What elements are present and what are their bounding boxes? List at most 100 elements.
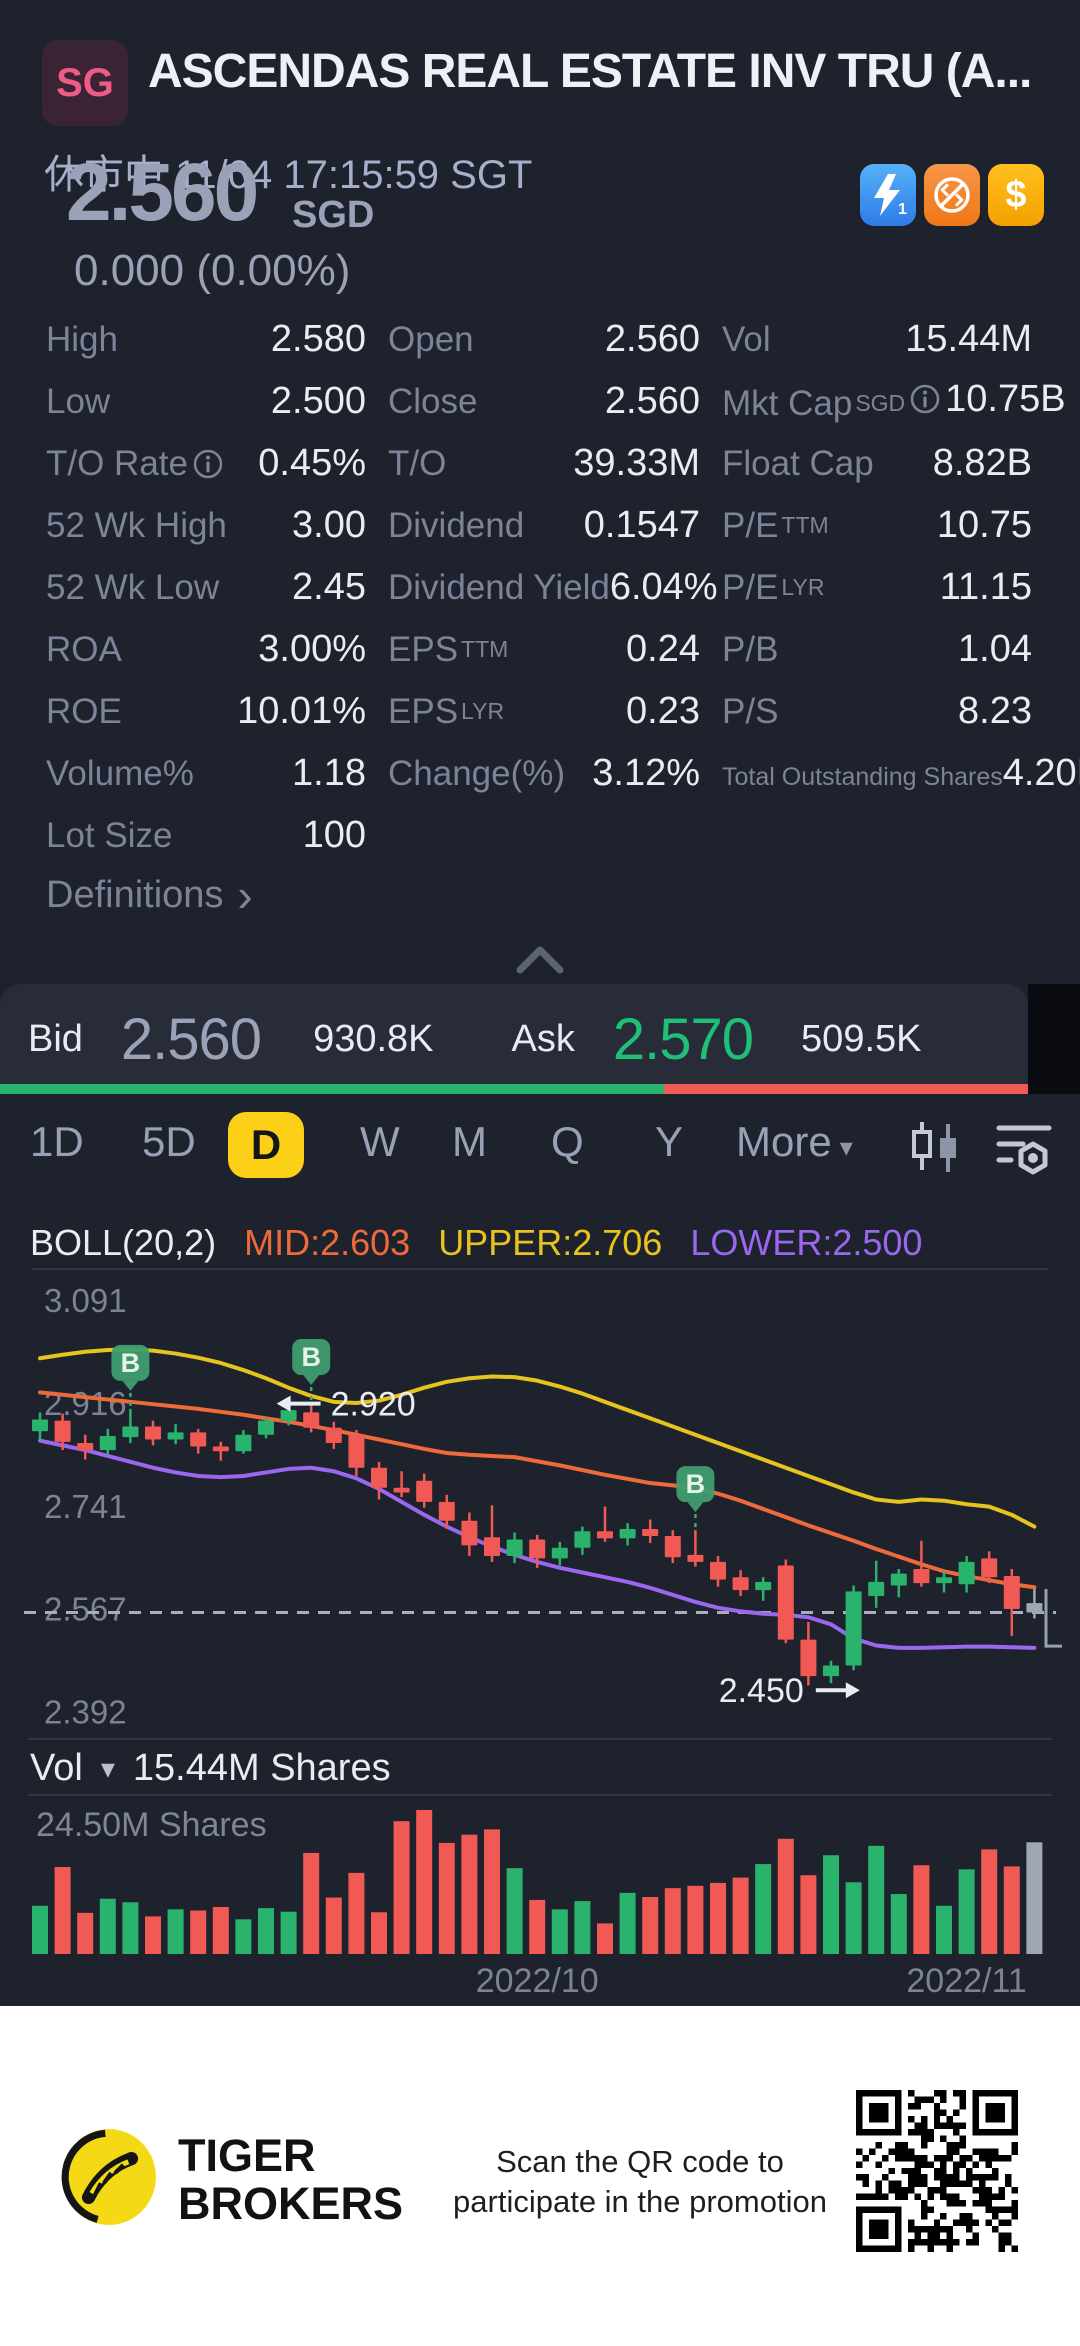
candle-body (733, 1577, 749, 1590)
dollar-icon[interactable]: $ (988, 164, 1044, 226)
stat-label: ROA (46, 630, 122, 670)
divider (28, 1794, 1052, 1796)
stat-label-text: EPS (388, 692, 458, 732)
stat-cell: ROE10.01% (46, 690, 366, 733)
volume-bar (778, 1839, 794, 1954)
candle-body (529, 1540, 545, 1559)
stat-value: 0.23 (626, 690, 700, 733)
stats-row: High2.580Open2.560Vol15.44M (0, 308, 1080, 370)
stat-label-superscript: LYR (461, 698, 504, 725)
volume-bar (484, 1829, 500, 1954)
candle-body (168, 1432, 184, 1439)
indicator-settings-button[interactable] (995, 1118, 1053, 1181)
stat-label: 52 Wk Low (46, 568, 219, 608)
volume-bar (642, 1897, 658, 1954)
stat-label: P/B (722, 630, 778, 670)
currency-label: SGD (292, 194, 374, 237)
candle-body (755, 1582, 771, 1590)
candle-body (913, 1569, 929, 1583)
volume-bar (710, 1883, 726, 1954)
bid-ask-panel[interactable]: Bid 2.560 930.8K Ask 2.570 509.5K (0, 984, 1028, 1094)
indicator-readout[interactable]: BOLL(20,2) MID:2.603 UPPER:2.706 LOWER:2… (30, 1222, 922, 1264)
no-shortsell-icon[interactable] (924, 164, 980, 226)
stat-label-text: Change(%) (388, 754, 565, 794)
candlestick-style-button[interactable] (906, 1118, 964, 1181)
stat-value-text: 0.1547 (584, 504, 700, 547)
stat-value: 10.75 (937, 504, 1032, 547)
stock-title: ASCENDAS REAL ESTATE INV TRU (A... (148, 44, 1031, 99)
candle-body (348, 1435, 364, 1468)
volume-bar (800, 1875, 816, 1954)
candle-body (891, 1574, 907, 1586)
dollar-glyph: $ (1005, 174, 1026, 217)
tab-period-1d[interactable]: 1D (30, 1100, 84, 1184)
stat-label: High (46, 320, 118, 360)
stats-row: 52 Wk High3.00Dividend0.1547P/ETTM10.75 (0, 494, 1080, 556)
candle-body (122, 1427, 138, 1438)
volume-indicator-selector[interactable]: Vol ▾ 15.44M Shares (30, 1742, 391, 1794)
stat-value-text: 15.44M (905, 318, 1032, 361)
candle-body (371, 1468, 387, 1488)
stat-cell: T/O Rate0.45% (46, 442, 366, 485)
stats-row: Low2.500 Close 2.560 Mkt CapSGD10.75B (0, 370, 1080, 432)
stat-value-text: 0.45% (258, 442, 366, 485)
stats-row: ROA3.00%EPSTTM0.24P/B1.04 (0, 618, 1080, 680)
stat-value: 2.560 (605, 380, 700, 423)
volume-bar (552, 1909, 568, 1954)
definitions-link[interactable]: Definitions › (46, 872, 253, 918)
boll-band-line (40, 1349, 1034, 1526)
qr-code (856, 2090, 1018, 2252)
tab-period-d[interactable]: D (228, 1112, 304, 1178)
stat-label-text: Close (388, 382, 477, 422)
bid-ask-ratio-bar (0, 1084, 1028, 1094)
candle-body (461, 1521, 477, 1546)
stat-value-text: 8.23 (958, 690, 1032, 733)
stat-cell: Open2.560 (388, 318, 700, 361)
candle-body (574, 1531, 590, 1547)
stat-label: ROE (46, 692, 122, 732)
tab-period-y[interactable]: Y (655, 1100, 683, 1184)
info-icon[interactable] (909, 383, 941, 415)
stat-value: 0.45% (258, 442, 366, 485)
stat-value: 11.15 (940, 566, 1032, 609)
candle-body (823, 1666, 839, 1677)
stat-cell: 52 Wk High3.00 (46, 504, 366, 547)
bid-volume: 930.8K (313, 1018, 433, 1061)
stat-label: Low (46, 382, 110, 422)
stat-cell: Close 2.560 (388, 380, 700, 423)
tab-period-5d[interactable]: 5D (142, 1100, 196, 1184)
tab-period-w[interactable]: W (360, 1100, 400, 1184)
volume-bar (348, 1873, 364, 1954)
stat-value: 3.00 (292, 504, 366, 547)
tiger-logo-icon (58, 2126, 160, 2228)
promo-line1: Scan the QR code to (420, 2142, 860, 2182)
definitions-label: Definitions (46, 874, 223, 917)
stat-value: 2.45 (292, 566, 366, 609)
stat-cell: Mkt CapSGD10.75B (722, 378, 1032, 425)
volume-bar (665, 1888, 681, 1954)
candle-body (100, 1436, 116, 1450)
candle-body (32, 1419, 48, 1431)
candle-body (710, 1562, 726, 1580)
tab-period-q[interactable]: Q (551, 1100, 584, 1184)
stat-cell: Total Outstanding Shares4.20B (722, 752, 1032, 795)
stat-value-text: 10.75 (937, 504, 1032, 547)
volume-bar (755, 1864, 771, 1954)
volume-bar (303, 1853, 319, 1954)
stat-label: EPSTTM (388, 630, 508, 670)
indicator-settings-icon (995, 1118, 1053, 1176)
stat-value: 4.20B (1003, 752, 1080, 795)
triangle-down-icon: ▾ (101, 1752, 115, 1785)
tab-period-m[interactable]: M (452, 1100, 487, 1184)
stat-cell: Low2.500 (46, 380, 366, 423)
info-icon[interactable] (192, 448, 224, 480)
stat-value-text: 2.560 (605, 318, 700, 361)
collapse-panel-button[interactable] (512, 942, 568, 981)
candle-body (326, 1428, 342, 1443)
tab-more[interactable]: More▾ (736, 1100, 853, 1184)
stat-cell: High2.580 (46, 318, 366, 361)
stat-value-text: 0.23 (626, 690, 700, 733)
price-chart-canvas[interactable]: 3.0912.9162.7412.5672.392BBB2.9202.450 (0, 1270, 1080, 1748)
lightning-level1-icon[interactable]: 1 (860, 164, 916, 226)
volume-bar (439, 1843, 455, 1954)
